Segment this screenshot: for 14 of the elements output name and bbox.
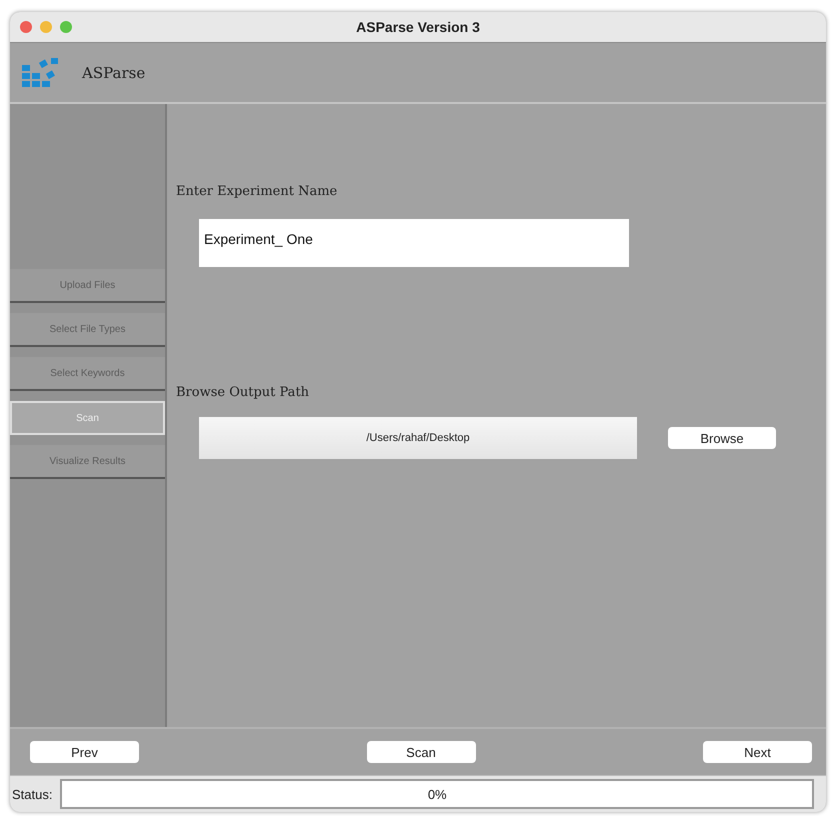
- next-button[interactable]: Next: [703, 741, 812, 763]
- window-title: ASParse Version 3: [356, 19, 480, 35]
- input-field[interactable]: Experiment_ One: [199, 219, 629, 267]
- close-button[interactable]: [20, 21, 32, 33]
- app-name: ASParse: [82, 64, 146, 82]
- path-field: /Users/rahaf/Desktop: [199, 417, 637, 459]
- scan-button[interactable]: Scan: [366, 741, 476, 763]
- status-label: Status:: [12, 786, 52, 802]
- field-label: Enter Experiment Name: [176, 184, 338, 199]
- zoom-button[interactable]: [60, 21, 72, 33]
- field-label: Browse Output Path: [176, 385, 310, 400]
- browse-button[interactable]: Browse: [668, 427, 776, 449]
- minimize-button[interactable]: [40, 21, 52, 33]
- prev-button[interactable]: Prev: [30, 741, 139, 763]
